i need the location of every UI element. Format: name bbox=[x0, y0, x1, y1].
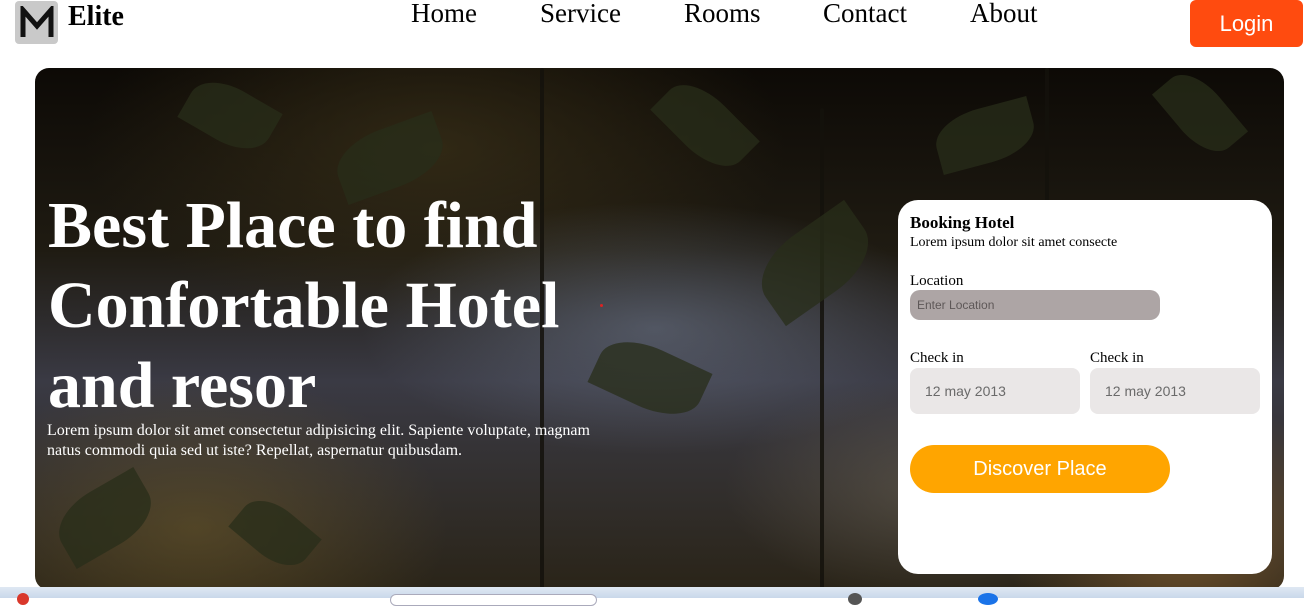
location-label: Location bbox=[910, 273, 964, 289]
background-leaf bbox=[46, 467, 164, 569]
taskbar-search-box[interactable] bbox=[390, 594, 597, 606]
background-leaf bbox=[650, 70, 760, 181]
checkin-date-field-2[interactable]: 12 may 2013 bbox=[1090, 368, 1260, 414]
taskbar-app-icon[interactable] bbox=[978, 593, 998, 605]
nav-home[interactable]: Home bbox=[411, 0, 477, 29]
hero-title-line: and resor bbox=[48, 349, 317, 422]
login-button[interactable]: Login bbox=[1190, 0, 1303, 47]
booking-card: Booking Hotel Lorem ipsum dolor sit amet… bbox=[898, 200, 1272, 574]
background-leaf bbox=[177, 69, 283, 162]
main-nav: Home Service Rooms Contact About bbox=[0, 0, 1304, 38]
decorative-dot bbox=[600, 304, 603, 307]
background-leaf bbox=[228, 488, 322, 578]
nav-rooms[interactable]: Rooms bbox=[684, 0, 761, 29]
nav-service[interactable]: Service bbox=[540, 0, 621, 29]
checkin-label-2: Check in bbox=[1090, 350, 1144, 366]
background-stem bbox=[820, 108, 824, 590]
booking-title: Booking Hotel bbox=[910, 213, 1015, 232]
hero-title-line: Confortable Hotel bbox=[48, 269, 560, 342]
discover-place-button[interactable]: Discover Place bbox=[910, 445, 1170, 493]
background-leaf bbox=[929, 95, 1041, 176]
taskbar-app-icon[interactable] bbox=[17, 593, 29, 605]
nav-about[interactable]: About bbox=[970, 0, 1038, 29]
nav-contact[interactable]: Contact bbox=[823, 0, 907, 29]
hero-title-line: Best Place to find bbox=[48, 189, 538, 262]
checkin-label: Check in bbox=[910, 350, 964, 366]
background-leaf bbox=[1151, 68, 1249, 164]
background-leaf bbox=[745, 199, 885, 327]
taskbar bbox=[0, 587, 1304, 598]
location-input[interactable] bbox=[910, 290, 1160, 320]
taskbar-app-icon[interactable] bbox=[848, 593, 862, 605]
hero-title: Best Place to find Confortable Hotel and… bbox=[48, 186, 668, 426]
booking-subtitle: Lorem ipsum dolor sit amet consecte bbox=[910, 235, 1118, 250]
hero-description: Lorem ipsum dolor sit amet consectetur a… bbox=[47, 422, 590, 459]
checkin-date-field[interactable]: 12 may 2013 bbox=[910, 368, 1080, 414]
